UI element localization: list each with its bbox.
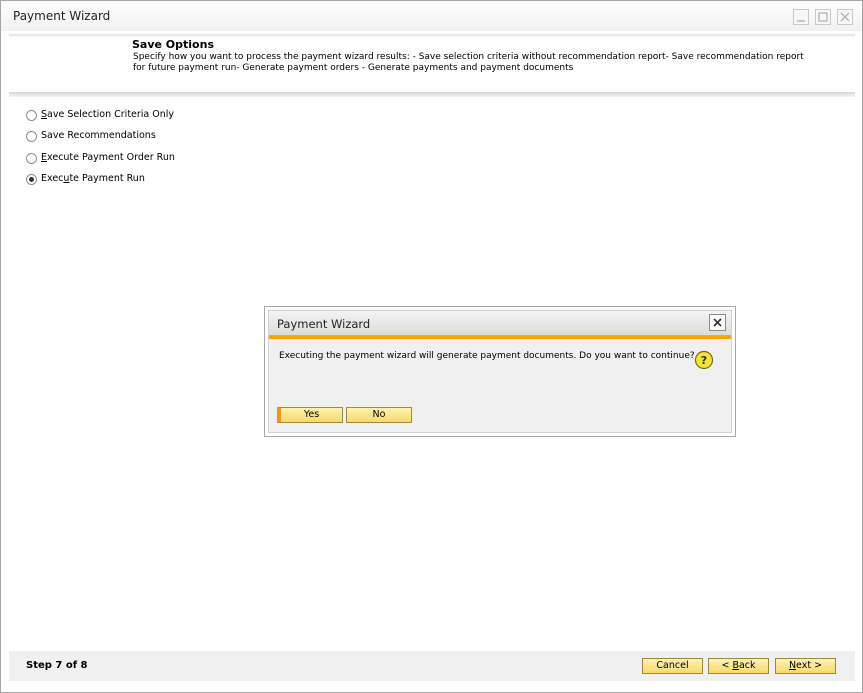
header-separator: [9, 92, 855, 97]
question-icon: ?: [694, 350, 714, 370]
header-band: [9, 34, 855, 37]
dialog-accent-bar: [269, 335, 731, 339]
confirmation-dialog: Payment Wizard Executing the payment wiz…: [264, 306, 736, 437]
option-label: Execute Payment Order Run: [41, 152, 175, 163]
svg-text:?: ?: [701, 354, 707, 367]
radio-button[interactable]: [26, 110, 37, 121]
radio-button-selected[interactable]: [26, 174, 37, 185]
wizard-footer: Step 7 of 8 Cancel < Back Next >: [9, 651, 855, 681]
close-icon: [840, 12, 850, 22]
dialog-message: Executing the payment wizard will genera…: [279, 351, 695, 361]
yes-button[interactable]: Yes: [277, 407, 343, 423]
step-indicator: Step 7 of 8: [26, 660, 88, 671]
window-title: Payment Wizard: [13, 9, 111, 23]
minimize-icon: [797, 20, 805, 22]
step-title: Save Options: [132, 38, 214, 51]
option-label: Save Recommendations: [41, 130, 156, 141]
cancel-button[interactable]: Cancel: [642, 658, 703, 674]
dialog-title-bar: Payment Wizard: [269, 311, 731, 335]
radio-button[interactable]: [26, 153, 37, 164]
payment-wizard-window: Payment Wizard Save Options Specify how …: [0, 0, 863, 693]
next-button[interactable]: Next >: [775, 658, 836, 674]
option-label: Save Selection Criteria Only: [41, 109, 175, 120]
dialog-body: Payment Wizard Executing the payment wiz…: [268, 310, 732, 433]
close-icon: [713, 318, 722, 327]
minimize-button[interactable]: [793, 9, 809, 25]
title-bar: Payment Wizard: [1, 1, 862, 31]
step-description: Specify how you want to process the paym…: [133, 52, 804, 73]
maximize-icon: [818, 12, 828, 22]
option-label: Execute Payment Run: [41, 173, 145, 184]
close-button[interactable]: [837, 9, 853, 25]
no-button[interactable]: No: [346, 407, 412, 423]
dialog-close-button[interactable]: [709, 314, 726, 331]
maximize-button[interactable]: [815, 9, 831, 25]
back-button[interactable]: < Back: [708, 658, 769, 674]
dialog-title: Payment Wizard: [277, 317, 371, 331]
radio-button[interactable]: [26, 131, 37, 142]
